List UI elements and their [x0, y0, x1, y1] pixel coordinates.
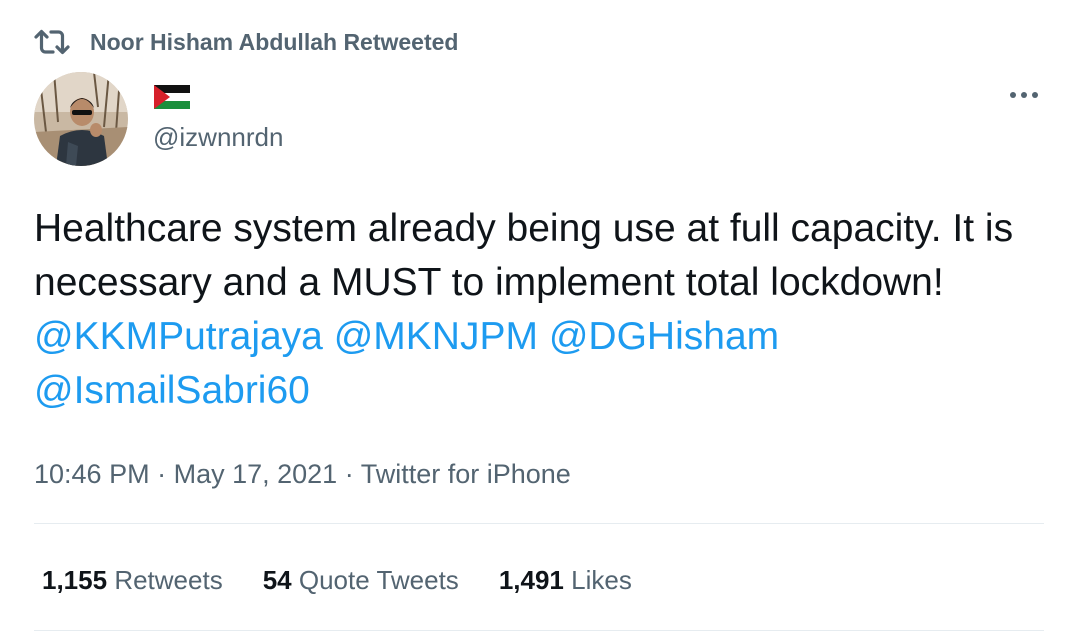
- quote-tweets-label: Quote Tweets: [298, 565, 459, 595]
- quote-tweets-stat[interactable]: 54 Quote Tweets: [263, 562, 459, 598]
- mention-link[interactable]: @IsmailSabri60: [34, 369, 310, 412]
- tweet-time[interactable]: 10:46 PM: [34, 459, 150, 489]
- tweet-metadata: 10:46 PM · May 17, 2021 · Twitter for iP…: [34, 456, 571, 492]
- mention-link[interactable]: @DGHisham: [549, 315, 779, 358]
- avatar-photo: [34, 72, 128, 166]
- user-handle[interactable]: @izwnnrdn: [153, 120, 283, 154]
- tweet-source[interactable]: Twitter for iPhone: [361, 459, 571, 489]
- mention-link[interactable]: @KKMPutrajaya: [34, 315, 323, 358]
- tweet-date[interactable]: May 17, 2021: [174, 459, 338, 489]
- retweets-count: 1,155: [42, 565, 108, 595]
- retweets-label: Retweets: [114, 565, 223, 595]
- retweet-icon: [34, 29, 70, 55]
- meta-separator: ·: [149, 459, 174, 489]
- retweets-stat[interactable]: 1,155 Retweets: [42, 562, 223, 598]
- divider: [34, 523, 1044, 524]
- mention-link[interactable]: @MKNJPM: [334, 315, 538, 358]
- tweet-body: Healthcare system already being use at f…: [34, 202, 1044, 418]
- display-name[interactable]: [154, 84, 190, 110]
- meta-separator: ·: [337, 459, 361, 489]
- more-options-icon[interactable]: [1004, 82, 1044, 108]
- engagement-stats: 1,155 Retweets 54 Quote Tweets 1,491 Lik…: [42, 562, 672, 598]
- retweeted-by-label: Noor Hisham Abdullah Retweeted: [90, 28, 459, 55]
- quote-tweets-count: 54: [262, 565, 292, 595]
- tweet-text: Healthcare system already being use at f…: [34, 207, 1014, 304]
- retweet-context[interactable]: Noor Hisham Abdullah Retweeted: [34, 26, 458, 58]
- avatar[interactable]: [34, 72, 128, 166]
- likes-label: Likes: [571, 565, 632, 595]
- likes-stat[interactable]: 1,491 Likes: [499, 562, 632, 598]
- palestine-flag-icon: [154, 85, 190, 109]
- divider: [34, 630, 1044, 631]
- likes-count: 1,491: [498, 565, 564, 595]
